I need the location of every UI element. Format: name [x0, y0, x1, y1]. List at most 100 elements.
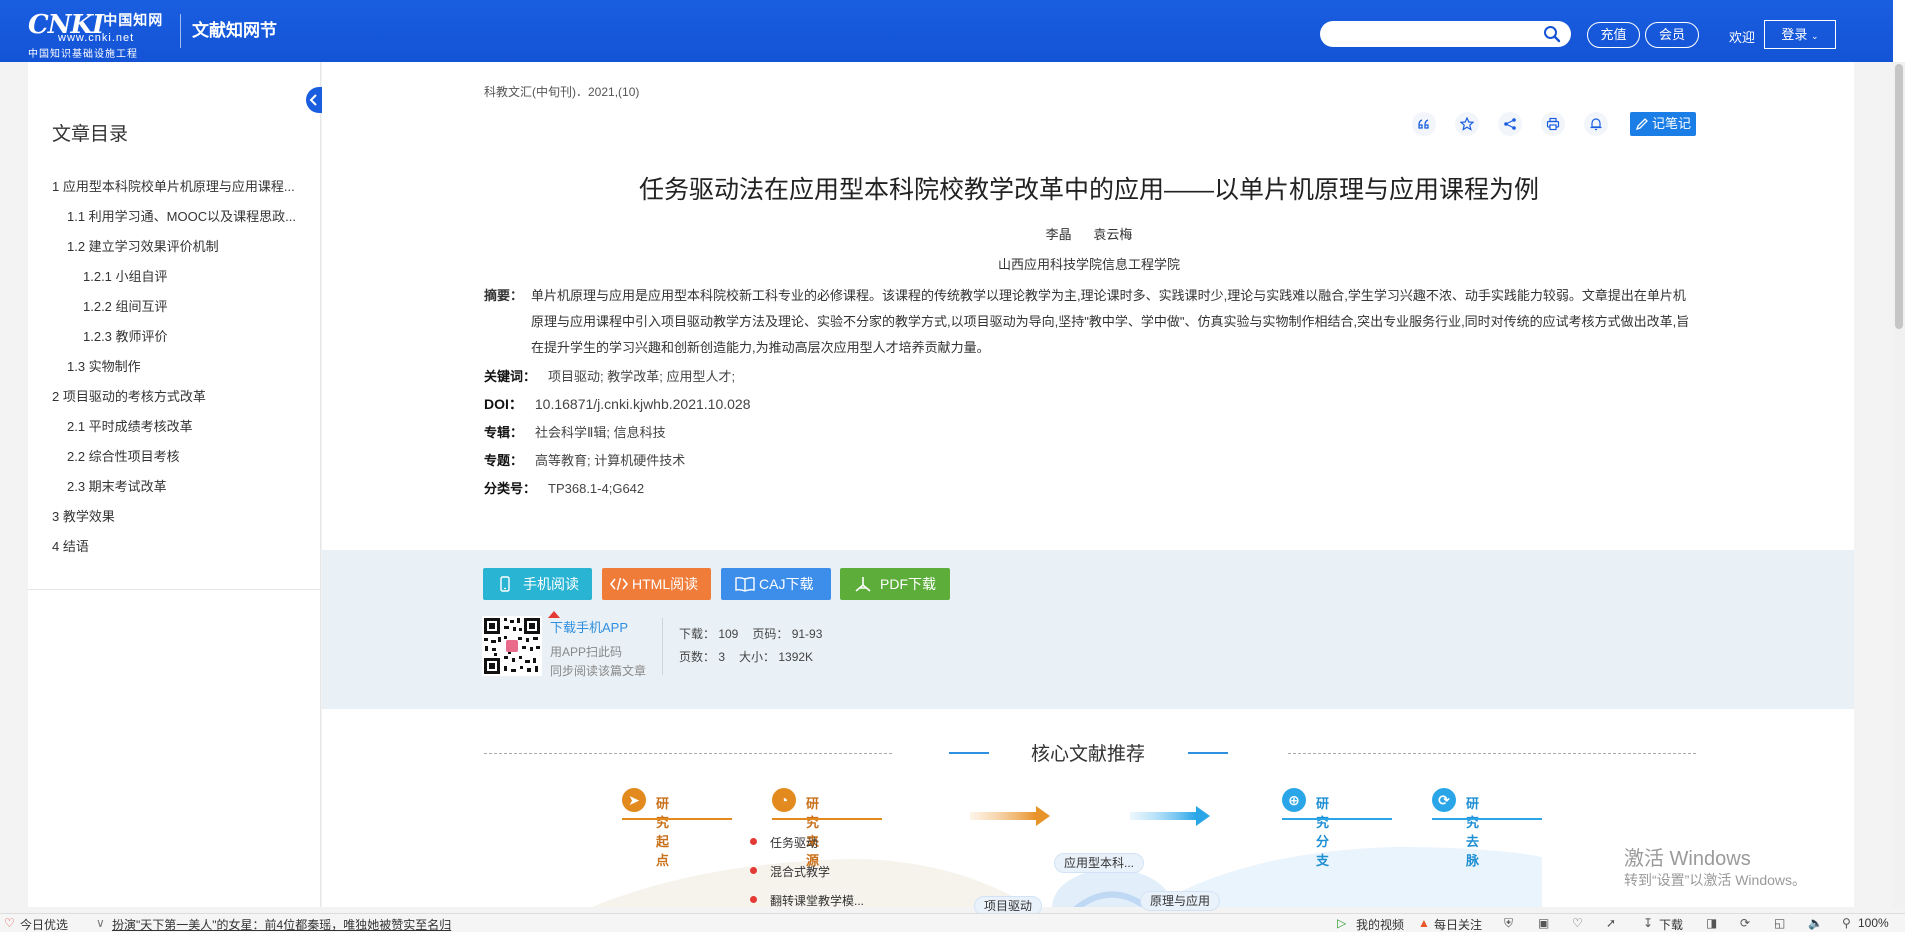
- app-tip-line: 用APP扫此码: [550, 645, 623, 659]
- chevron-down-icon: ⌄: [1811, 31, 1819, 41]
- zoom-level[interactable]: 100%: [1858, 916, 1889, 930]
- my-video-link[interactable]: 我的视频: [1356, 916, 1404, 932]
- doi-value: 10.16871/j.cnki.kjwhb.2021.10.028: [534, 396, 751, 412]
- arrow-right-icon: [970, 806, 1050, 826]
- source-item[interactable]: 翻转课堂教学模...: [749, 892, 864, 909]
- table-of-contents: 文章目录 1 应用型本科院校单片机原理与应用课程... 1.1 利用学习通、MO…: [28, 62, 321, 907]
- pdf-download-label: PDF下载: [880, 576, 936, 592]
- login-button[interactable]: 登录 ⌄: [1764, 20, 1836, 49]
- toc-item[interactable]: 2 项目驱动的考核方式改革: [52, 382, 314, 412]
- source-item[interactable]: 任务驱动: [749, 834, 818, 851]
- mobile-read-button[interactable]: 手机阅读: [483, 568, 592, 600]
- share-icon[interactable]: [1498, 112, 1522, 136]
- cnki-logo[interactable]: CNKI中国知网 www.cnki.net 中国知识基础设施工程: [28, 8, 178, 60]
- tab-underline: [1432, 818, 1542, 820]
- screenshot-icon[interactable]: ◨: [1706, 916, 1717, 930]
- globe-icon: ⊕: [1282, 788, 1306, 812]
- tab-underline: [1282, 818, 1392, 820]
- author-link[interactable]: 袁云梅: [1093, 227, 1132, 242]
- flame-icon: ▲: [1418, 916, 1430, 930]
- heart-outline-icon[interactable]: ♡: [1572, 916, 1583, 930]
- toc-list: 1 应用型本科院校单片机原理与应用课程... 1.1 利用学习通、MOOC以及课…: [52, 172, 314, 562]
- pdf-download-button[interactable]: PDF下载: [840, 568, 950, 600]
- rocket-icon[interactable]: ➚: [1606, 916, 1616, 930]
- heart-icon: ♡: [4, 916, 15, 930]
- video-icon: ▷: [1337, 916, 1347, 930]
- bell-icon[interactable]: [1584, 112, 1608, 136]
- refresh-icon[interactable]: ⟳: [1740, 916, 1750, 930]
- recharge-button[interactable]: 充值: [1587, 22, 1640, 48]
- toc-item[interactable]: 2.3 期末考试改革: [52, 472, 314, 502]
- divider: [662, 618, 663, 675]
- classification-row: 分类号： TP368.1-4;G642: [484, 478, 644, 497]
- image-icon[interactable]: ▣: [1538, 916, 1549, 930]
- download-icon: ↧: [1643, 916, 1654, 930]
- vertical-scrollbar[interactable]: [1893, 62, 1905, 907]
- toc-item[interactable]: 1.2.3 教师评价: [52, 322, 314, 352]
- search-box: [1320, 21, 1571, 47]
- journal-source[interactable]: 科教文汇(中旬刊)．2021,(10): [484, 83, 639, 100]
- window-icon[interactable]: ◱: [1774, 916, 1785, 930]
- toc-item[interactable]: 4 结语: [52, 532, 314, 562]
- keyword-bubble[interactable]: 原理与应用: [1140, 891, 1221, 911]
- print-icon[interactable]: [1541, 112, 1565, 136]
- file-size: 大小： 1392K: [739, 650, 814, 664]
- toc-item[interactable]: 1.3 实物制作: [52, 352, 314, 382]
- html-read-button[interactable]: HTML阅读: [602, 568, 711, 600]
- page-range: 页码： 91-93: [752, 627, 823, 641]
- take-notes-button[interactable]: 记笔记: [1630, 112, 1696, 136]
- daily-follow-link[interactable]: 每日关注: [1434, 916, 1482, 932]
- shield-icon[interactable]: ⛨: [1504, 916, 1513, 931]
- star-icon[interactable]: [1455, 112, 1479, 136]
- logo-url: www.cnki.net: [58, 32, 135, 44]
- tab-underline: [622, 818, 732, 820]
- series-label: 专辑：: [484, 425, 524, 440]
- news-headline-link[interactable]: 扮演"天下第一美人"的女星：前4位都秦瑶，唯独她被赞实至名归: [112, 916, 451, 932]
- chevron-left-icon: [309, 94, 317, 106]
- compass-icon: ⟳: [1432, 788, 1456, 812]
- dashed-line: [1288, 753, 1696, 754]
- toc-item[interactable]: 2.2 综合性项目考核: [52, 442, 314, 472]
- windows-watermark-title: 激活 Windows: [1624, 848, 1751, 870]
- site-name[interactable]: 文献知网节: [180, 14, 277, 48]
- source-item[interactable]: 混合式教学: [749, 863, 830, 880]
- daily-pick-link[interactable]: 今日优选: [20, 916, 68, 932]
- keyword-bubble[interactable]: 应用型本科...: [1054, 853, 1145, 873]
- toc-item[interactable]: 2.1 平时成绩考核改革: [52, 412, 314, 442]
- author-link[interactable]: 李晶: [1046, 227, 1072, 242]
- browser-status-bar: ♡ 今日优选 ∨ 扮演"天下第一美人"的女星：前4位都秦瑶，唯独她被赞实至名归 …: [0, 913, 1905, 932]
- toc-item[interactable]: 3 教学效果: [52, 502, 314, 532]
- toc-title: 文章目录: [52, 124, 129, 145]
- search-icon[interactable]: [1543, 25, 1561, 43]
- send-icon: ➤: [622, 788, 646, 812]
- member-button[interactable]: 会员: [1645, 22, 1699, 48]
- toc-item[interactable]: 1.2 建立学习效果评价机制: [52, 232, 314, 262]
- search-input[interactable]: [1332, 24, 1532, 44]
- doi-label: DOI：: [484, 396, 523, 412]
- doi-row: DOI： 10.16871/j.cnki.kjwhb.2021.10.028: [484, 394, 751, 414]
- quote-icon[interactable]: [1412, 112, 1436, 136]
- toc-item[interactable]: 1 应用型本科院校单片机原理与应用课程...: [52, 172, 314, 202]
- article-main: 科教文汇(中旬刊)．2021,(10) 记笔记 任务驱动法在应用型本科院校教学改…: [322, 62, 1854, 916]
- top-bar: CNKI中国知网 www.cnki.net 中国知识基础设施工程 文献知网节 充…: [0, 0, 1893, 62]
- scrollbar-thumb[interactable]: [1895, 64, 1903, 329]
- mobile-read-label: 手机阅读: [523, 576, 579, 592]
- collapse-toc-button[interactable]: [306, 87, 322, 113]
- abstract-text: 单片机原理与应用是应用型本科院校新工科专业的必修课程。该课程的传统教学以理论教学…: [531, 288, 1690, 355]
- speaker-icon[interactable]: 🔈: [1808, 916, 1823, 930]
- keywords-list[interactable]: 项目驱动; 教学改革; 应用型人才;: [548, 369, 735, 384]
- take-notes-label: 记笔记: [1652, 116, 1692, 131]
- download-app-link[interactable]: 下载手机APP: [550, 617, 628, 636]
- toc-item[interactable]: 1.2.1 小组自评: [52, 262, 314, 292]
- caj-download-button[interactable]: CAJ下载: [721, 568, 831, 600]
- login-label: 登录: [1781, 27, 1808, 42]
- series-value: 社会科学Ⅱ辑; 信息科技: [535, 425, 666, 440]
- download-count: 下载： 109: [679, 627, 739, 641]
- article-stats: 下载： 109 页码： 91-93 页数： 3 大小： 1392K: [679, 623, 836, 669]
- subject-value: 高等教育; 计算机硬件技术: [535, 453, 686, 468]
- toc-item[interactable]: 1.2.2 组间互评: [52, 292, 314, 322]
- book-icon: [735, 576, 755, 592]
- download-link[interactable]: 下载: [1659, 916, 1683, 932]
- toc-item[interactable]: 1.1 利用学习通、MOOC以及课程思政...: [52, 202, 314, 232]
- affiliation-link[interactable]: 山西应用科技学院信息工程学院: [484, 254, 1694, 273]
